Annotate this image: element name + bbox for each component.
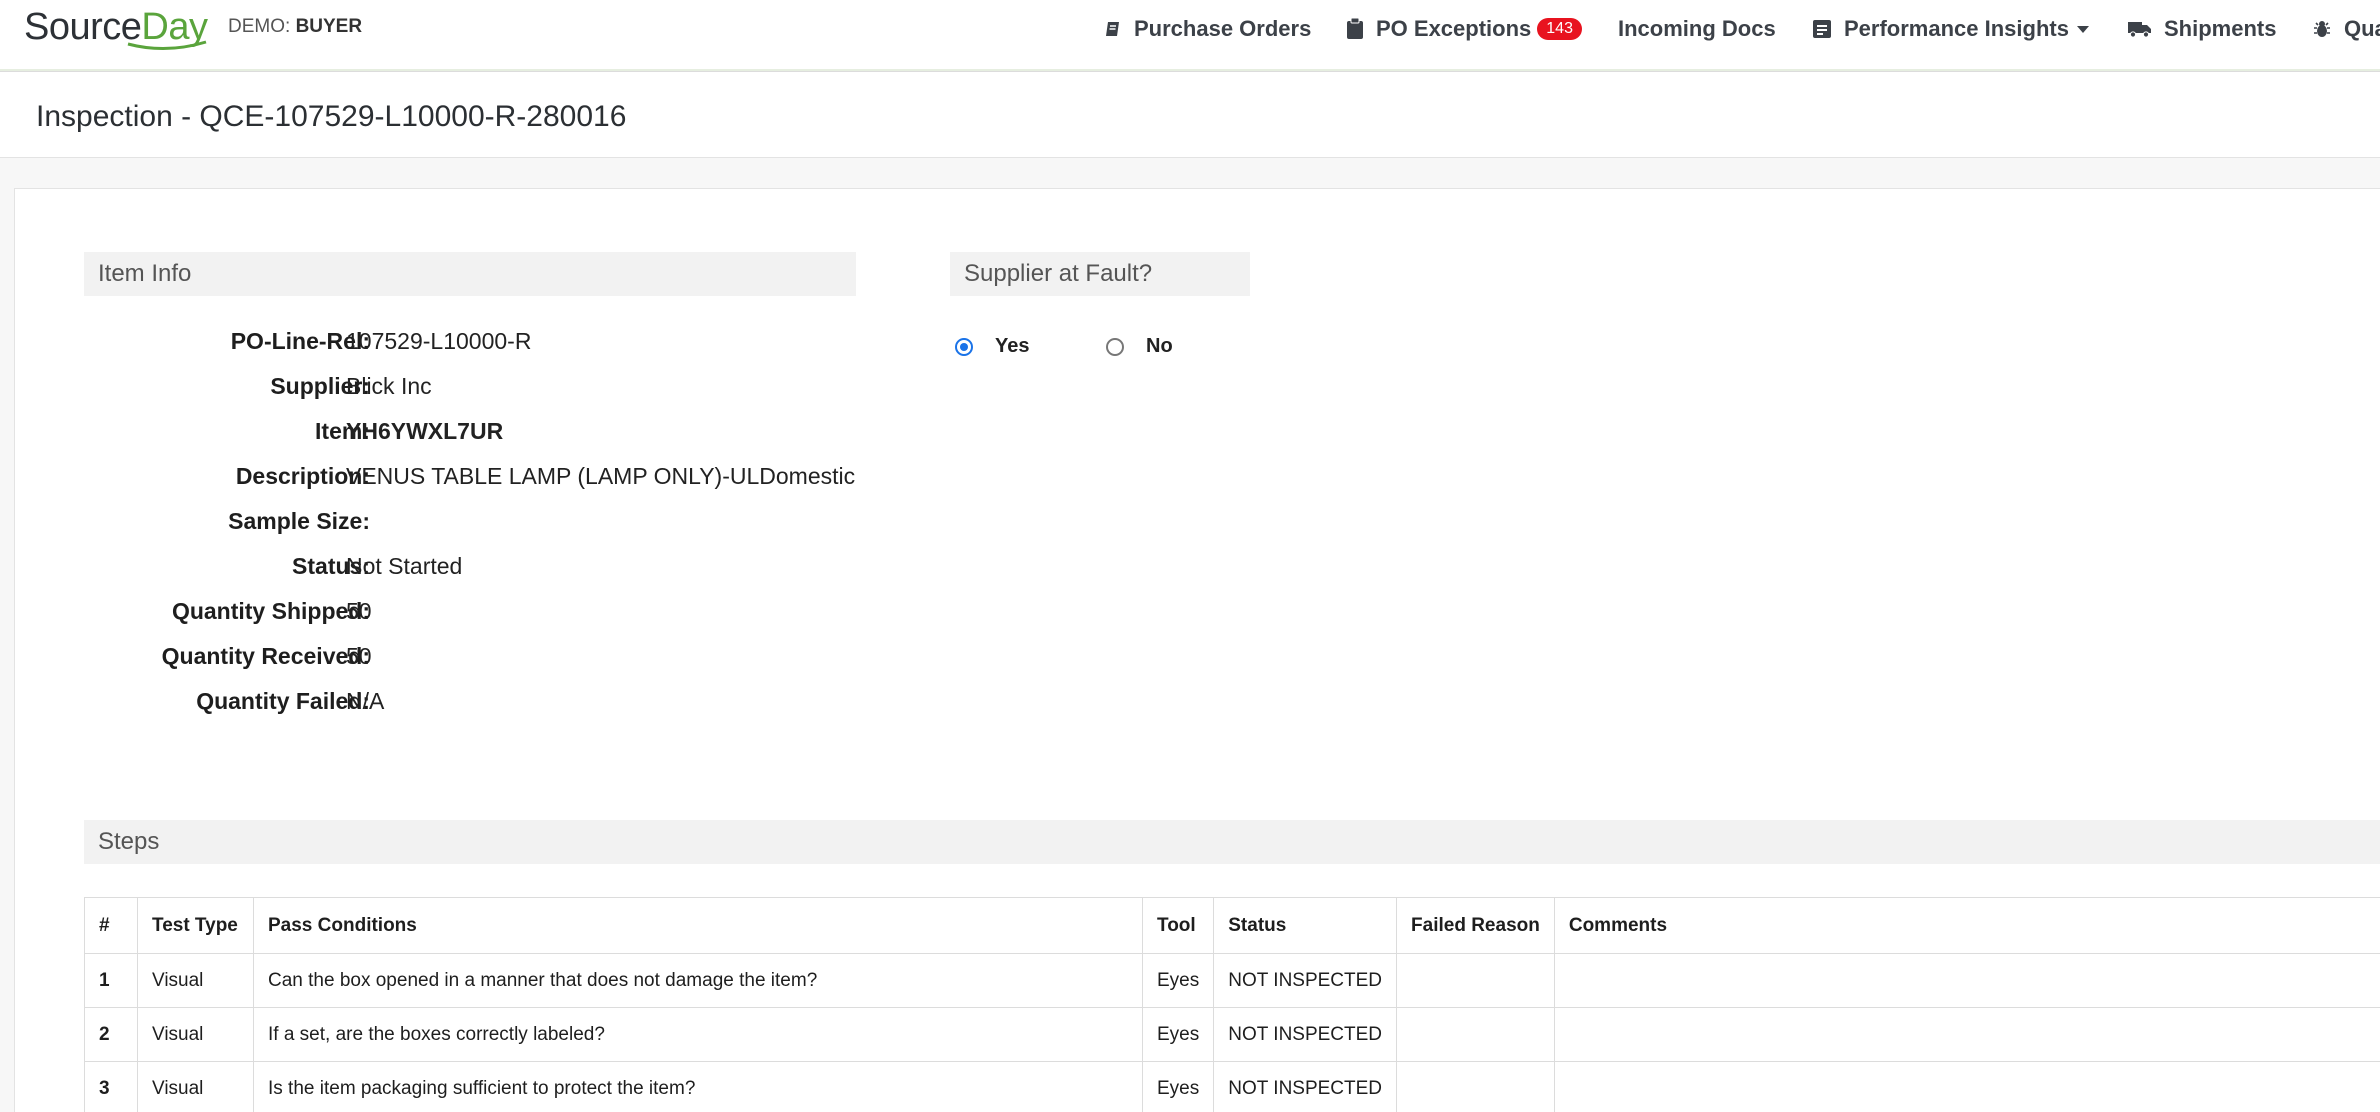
info-label: Quantity Received: [161, 643, 370, 669]
info-row-status: Status: Not Started [60, 553, 1060, 589]
radio-selected-icon[interactable] [955, 337, 973, 356]
step-pass-conditions: If a set, are the boxes correctly labele… [253, 1007, 1143, 1062]
info-row-quantity-failed: Quantity Failed: N/A [60, 688, 1060, 724]
info-row-description: Description: VENUS TABLE LAMP (LAMP ONLY… [60, 463, 1060, 499]
top-navbar: SourceDay DEMO: BUYER Purchase Orders PO… [0, 0, 2380, 72]
demo-role-label: DEMO: BUYER [228, 16, 362, 38]
info-row-sample-size: Sample Size: [60, 508, 1060, 544]
table-row[interactable]: 3 Visual Is the item packaging sufficien… [84, 1061, 2380, 1112]
step-failed-reason[interactable] [1396, 953, 1555, 1008]
info-value: YH6YWXL7UR [346, 418, 504, 444]
demo-label: DEMO: [228, 16, 291, 37]
info-value: 107529-L10000-R [346, 328, 532, 354]
radio-label-yes: Yes [995, 335, 1030, 357]
step-comments[interactable] [1553, 1007, 2380, 1062]
supplier-fault-yes-radio[interactable]: Yes [955, 335, 1029, 358]
clipboard-icon [1346, 18, 1364, 40]
step-number: 3 [84, 1061, 138, 1112]
column-header-tool: Tool [1141, 897, 1215, 954]
steps-heading: Steps [84, 820, 2380, 864]
info-value: 50 [346, 643, 372, 669]
step-test-type: Visual [137, 1061, 254, 1112]
step-tool: Eyes [1141, 953, 1215, 1008]
info-label: Quantity Failed: [196, 688, 370, 714]
info-label: Sample Size: [228, 508, 370, 534]
table-header-row: # Test Type Pass Conditions Tool Status … [84, 897, 2380, 954]
demo-role: BUYER [295, 16, 363, 37]
info-value: VENUS TABLE LAMP (LAMP ONLY)-ULDomestic [346, 463, 856, 489]
nav-shipments[interactable]: Shipments [2128, 14, 2276, 44]
page-title: Inspection - QCE-107529-L10000-R-280016 [36, 100, 627, 133]
column-header-test-type: Test Type [137, 897, 254, 954]
step-pass-conditions: Can the box opened in a manner that does… [253, 953, 1143, 1008]
step-comments[interactable] [1553, 1061, 2380, 1112]
info-label: PO-Line-Rel: [230, 328, 370, 354]
info-row-item: Item: YH6YWXL7UR [60, 418, 1060, 454]
item-info-heading-text: Item Info [98, 260, 192, 287]
nav-label: Purchase Orders [1134, 16, 1312, 41]
table-row[interactable]: 2 Visual If a set, are the boxes correct… [84, 1007, 2380, 1062]
nav-incoming-docs[interactable]: Incoming Docs [1618, 14, 1776, 44]
info-value: N/A [346, 688, 385, 714]
info-value: 50 [346, 598, 372, 624]
step-number: 2 [84, 1007, 138, 1062]
column-header-status: Status [1213, 897, 1398, 954]
step-number: 1 [84, 953, 138, 1008]
info-label: Description: [235, 463, 370, 489]
info-label: Supplier: [270, 373, 370, 399]
nav-label: Qua [2344, 16, 2380, 41]
logo-swoosh-icon [127, 40, 207, 51]
exceptions-count-badge: 143 [1537, 18, 1582, 40]
supplier-fault-no-radio[interactable]: No [1106, 335, 1173, 358]
step-tool: Eyes [1141, 1007, 1215, 1062]
nav-quality[interactable]: Qua [2312, 14, 2380, 44]
nav-label: Performance Insights [1844, 16, 2069, 41]
steps-heading-text: Steps [98, 828, 160, 855]
bug-icon [2312, 19, 2332, 39]
nav-po-exceptions[interactable]: PO Exceptions 143 [1346, 14, 1582, 44]
info-row-quantity-shipped: Quantity Shipped: 50 [60, 598, 1060, 634]
step-status: NOT INSPECTED [1213, 1061, 1398, 1112]
column-header-pass-conditions: Pass Conditions [253, 897, 1143, 954]
info-row-po-line-rel: PO-Line-Rel: 107529-L10000-R [60, 328, 1060, 364]
column-header-failed-reason: Failed Reason [1396, 897, 1555, 954]
radio-unselected-icon[interactable] [1106, 337, 1124, 356]
step-failed-reason[interactable] [1396, 1061, 1555, 1112]
step-comments[interactable] [1553, 953, 2380, 1008]
steps-table: # Test Type Pass Conditions Tool Status … [84, 897, 2380, 1112]
step-test-type: Visual [137, 1007, 254, 1062]
radio-label-no: No [1146, 335, 1173, 357]
info-label: Item: [315, 418, 370, 444]
nav-purchase-orders[interactable]: Purchase Orders [1104, 14, 1311, 44]
step-status: NOT INSPECTED [1213, 953, 1398, 1008]
page-header: Inspection - QCE-107529-L10000-R-280016 [0, 80, 2380, 158]
column-header-num: # [84, 897, 138, 954]
nav-performance-insights[interactable]: Performance Insights [1812, 14, 2089, 44]
step-pass-conditions: Is the item packaging sufficient to prot… [253, 1061, 1143, 1112]
step-test-type: Visual [137, 953, 254, 1008]
step-failed-reason[interactable] [1396, 1007, 1555, 1062]
column-header-comments: Comments [1553, 897, 2380, 954]
info-row-quantity-received: Quantity Received: 50 [60, 643, 1060, 679]
supplier-fault-heading-text: Supplier at Fault? [964, 260, 1153, 287]
nav-label: PO Exceptions [1376, 16, 1532, 41]
info-value: Blick Inc [346, 373, 432, 399]
supplier-fault-heading: Supplier at Fault? [950, 252, 1250, 296]
step-status: NOT INSPECTED [1213, 1007, 1398, 1062]
info-label: Status: [292, 553, 370, 579]
truck-icon [2128, 20, 2152, 38]
info-row-supplier: Supplier: Blick Inc [60, 373, 1060, 409]
table-row[interactable]: 1 Visual Can the box opened in a manner … [84, 953, 2380, 1008]
chevron-down-icon [2076, 25, 2089, 33]
item-info-heading: Item Info [84, 252, 856, 296]
nav-label: Shipments [2164, 16, 2277, 41]
info-label: Quantity Shipped: [171, 598, 370, 624]
info-value: Not Started [346, 553, 463, 579]
step-tool: Eyes [1141, 1061, 1215, 1112]
report-icon [1812, 19, 1832, 39]
nav-label: Incoming Docs [1618, 16, 1776, 41]
book-icon [1104, 20, 1122, 38]
logo-text-source: Source [24, 6, 142, 48]
